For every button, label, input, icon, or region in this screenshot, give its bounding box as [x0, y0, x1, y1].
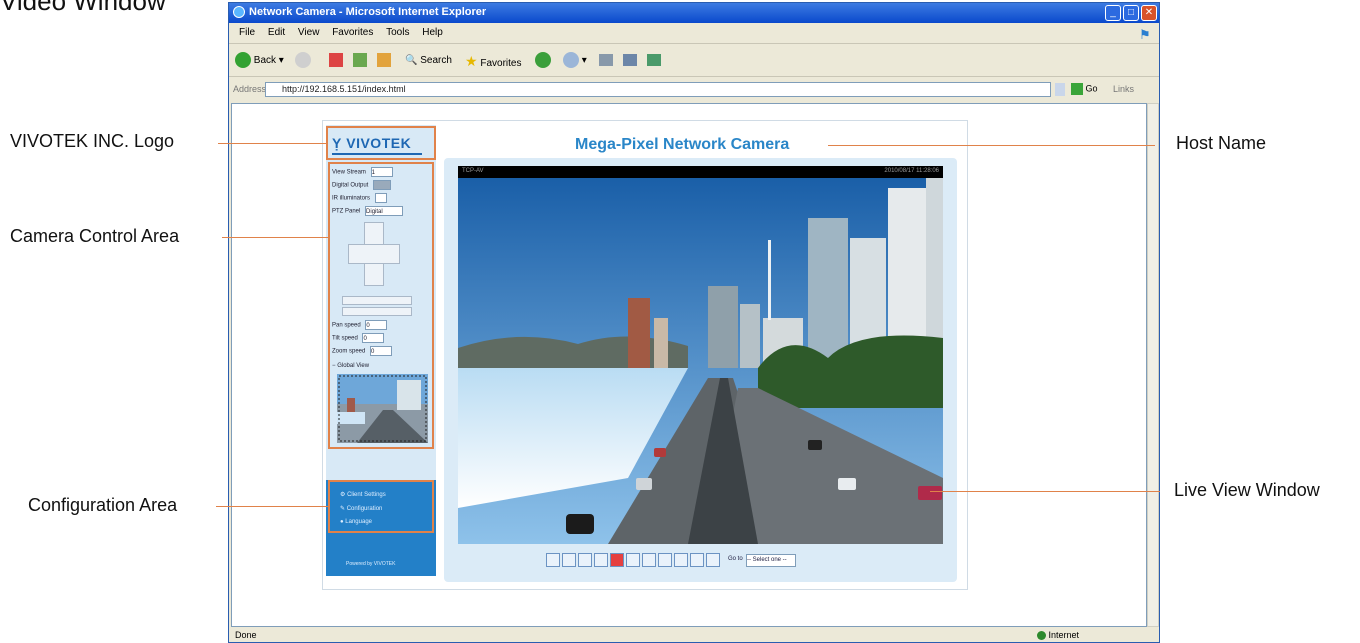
search-button[interactable]: 🔍 Search	[405, 52, 452, 70]
minimize-button[interactable]: _	[1105, 5, 1121, 21]
back-arrow-icon	[235, 52, 251, 69]
stop-icon	[329, 53, 343, 68]
record-button[interactable]	[610, 553, 624, 567]
edit-icon	[623, 54, 637, 67]
page-heading: Video Window	[0, 0, 166, 16]
logo-callout-label: VIVOTEK INC. Logo	[10, 131, 175, 151]
status-bar: Done Internet	[229, 629, 1159, 643]
search-icon: 🔍	[405, 55, 418, 66]
address-bar: Address http://192.168.5.151/index.html …	[229, 79, 1159, 101]
live-view-callout-line	[930, 491, 1160, 492]
pause-button[interactable]	[578, 553, 592, 567]
logo-highlight-box	[326, 126, 436, 160]
fullscreen-button[interactable]	[706, 553, 720, 567]
messenger-icon	[647, 54, 661, 67]
menu-file[interactable]: File	[239, 27, 255, 38]
vertical-scrollbar[interactable]	[1147, 103, 1159, 627]
configuration-callout-label: Configuration Area	[28, 495, 178, 515]
ie-icon	[233, 6, 245, 18]
history-button[interactable]	[535, 52, 551, 70]
history-icon	[535, 52, 551, 69]
menu-help[interactable]: Help	[422, 27, 443, 38]
host-name-callout-line	[828, 145, 1155, 146]
powered-by: Powered by VIVOTEK	[346, 561, 396, 567]
live-view-window[interactable]	[458, 178, 943, 544]
digital-zoom-button[interactable]	[562, 553, 576, 567]
forward-button[interactable]	[295, 52, 311, 70]
forward-arrow-icon	[295, 52, 311, 69]
address-dropdown-icon[interactable]	[1055, 83, 1065, 96]
talk-button[interactable]	[658, 553, 672, 567]
camera-control-callout-line	[222, 237, 328, 238]
mic-volume-button[interactable]	[674, 553, 688, 567]
mic-mute-button[interactable]	[690, 553, 704, 567]
maximize-button[interactable]: □	[1123, 5, 1139, 21]
host-name: Mega-Pixel Network Camera	[575, 136, 790, 153]
refresh-icon	[353, 53, 367, 68]
mail-button[interactable]: ▾	[563, 52, 587, 70]
menu-tools[interactable]: Tools	[386, 27, 409, 38]
edit-button[interactable]	[623, 52, 637, 70]
configuration-highlight-box	[328, 480, 434, 533]
configuration-callout-line	[216, 506, 328, 507]
back-button[interactable]: Back ▾	[235, 52, 284, 70]
goto-select[interactable]: -- Select one --	[746, 554, 796, 567]
refresh-button[interactable]	[353, 52, 367, 70]
favorites-button[interactable]: ★ Favorites	[465, 52, 521, 70]
caption-left: TCP-AV	[462, 168, 484, 174]
menu-favorites[interactable]: Favorites	[332, 27, 373, 38]
browser-toolbar: Back ▾ 🔍 Search ★ Favorites ▾	[229, 43, 1159, 77]
stop-button[interactable]	[329, 52, 343, 70]
internet-zone-icon	[1037, 631, 1046, 641]
live-view-callout-label: Live View Window	[1174, 480, 1320, 500]
star-icon: ★	[465, 53, 478, 69]
live-caption-bar: TCP-AV 2010/08/17 11:28:06	[458, 166, 943, 178]
go-arrow-icon	[1071, 83, 1083, 95]
menu-bar: File Edit View Favorites Tools Help ⚑	[229, 24, 1159, 42]
mail-icon	[563, 52, 579, 69]
volume-button[interactable]	[626, 553, 640, 567]
windows-flag-icon: ⚑	[1139, 27, 1151, 42]
camera-control-callout-label: Camera Control Area	[10, 226, 180, 246]
links-label[interactable]: Links	[1113, 84, 1134, 94]
goto-label: Go to	[728, 556, 743, 562]
go-button[interactable]: Go	[1071, 83, 1098, 95]
menu-edit[interactable]: Edit	[268, 27, 285, 38]
window-title: Network Camera - Microsoft Internet Expl…	[249, 6, 487, 18]
stop-video-button[interactable]	[594, 553, 608, 567]
print-button[interactable]	[599, 52, 613, 70]
home-icon	[377, 53, 391, 68]
video-control-bar: Go to -- Select one --	[458, 553, 943, 571]
status-done: Done	[235, 630, 257, 640]
host-name-callout-label: Host Name	[1176, 133, 1267, 153]
address-input[interactable]: http://192.168.5.151/index.html	[265, 82, 1051, 97]
address-label: Address	[233, 84, 267, 94]
print-icon	[599, 54, 613, 67]
mute-button[interactable]	[642, 553, 656, 567]
close-button[interactable]: ✕	[1141, 5, 1157, 21]
home-button[interactable]	[377, 52, 391, 70]
title-bar: Network Camera - Microsoft Internet Expl…	[229, 3, 1159, 23]
caption-timestamp: 2010/08/17 11:28:06	[884, 168, 939, 174]
snapshot-button[interactable]	[546, 553, 560, 567]
menu-view[interactable]: View	[298, 27, 320, 38]
status-zone: Internet	[1037, 630, 1079, 641]
camera-control-highlight-box	[328, 162, 434, 449]
messenger-button[interactable]	[647, 52, 661, 70]
logo-callout-line	[218, 143, 326, 144]
